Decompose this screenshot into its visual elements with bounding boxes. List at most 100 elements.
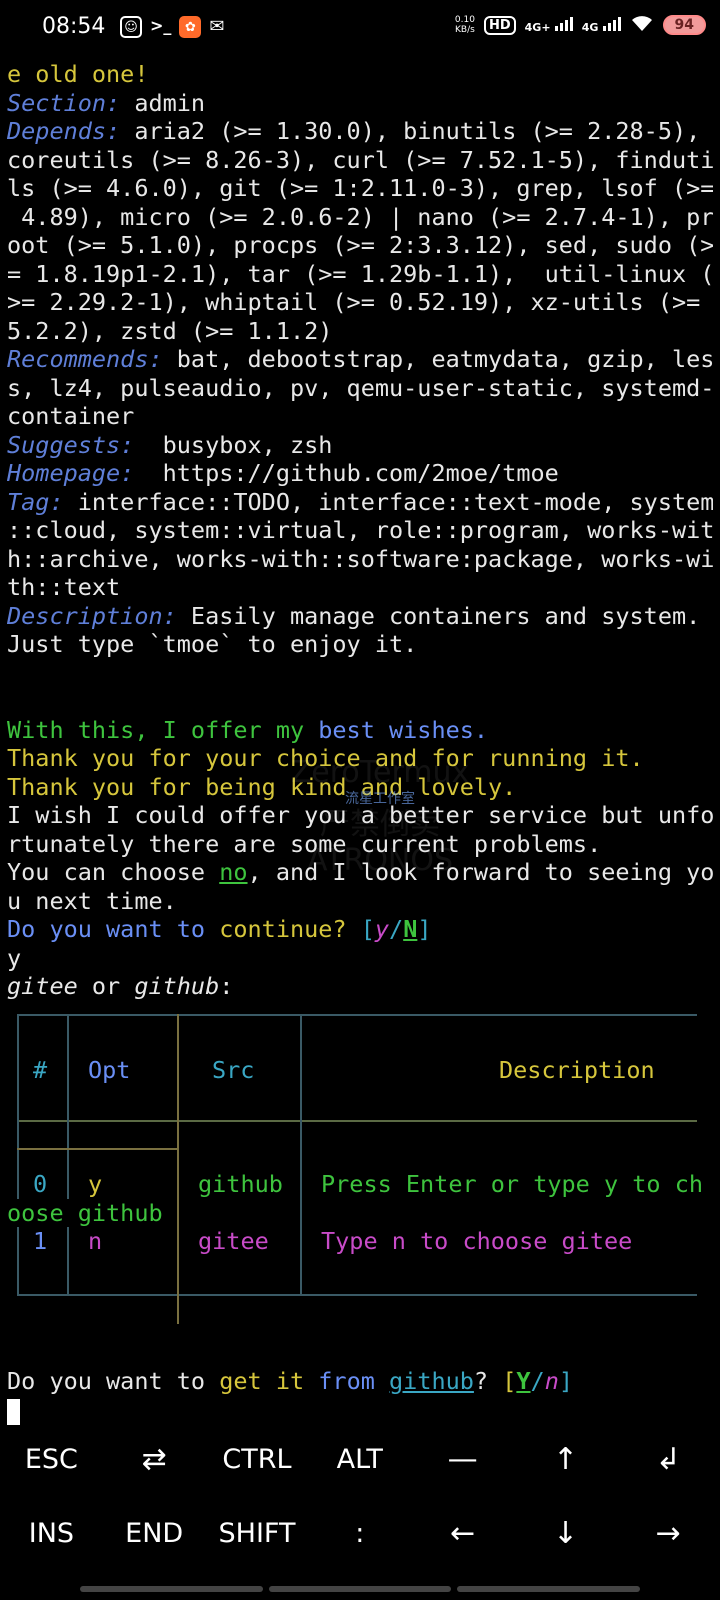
arrow-up-key[interactable]: ↑ [514,1440,617,1480]
terminal-text: Homepage: [7,459,135,487]
terminal-text: / [389,915,404,943]
terminal-text: ::cloud, system::virtual, role::program,… [7,516,713,544]
terminal-text: Recommends: [7,345,163,373]
terminal-text: github [389,1367,474,1395]
terminal-text: 5.2.2), zstd (>= 1.1.2) [7,316,333,345]
terminal-text: h::archive, works-with::software:package… [7,544,713,573]
row-desc: Type n to choose gitee [321,1227,633,1255]
terminal-line: Do you want to continue? [y/N] [7,915,713,944]
terminal-text: Tag: [7,487,64,516]
terminal-line: Description: Easily manage containers an… [7,602,713,631]
table-border [67,1014,69,1296]
terminal-text: Suggests: [7,430,135,459]
signal-bars-icon [602,15,621,31]
arrow-down-key[interactable]: ↓ [514,1514,617,1554]
watermark-line: ZeroTermux [290,755,470,790]
table-border [177,1014,179,1324]
header-src: Src [212,1056,255,1084]
terminal-text: [ [502,1367,517,1395]
terminal-text: u next time. [7,886,177,915]
terminal-line: Tag: interface::TODO, interface::text-mo… [7,488,713,517]
key-esc[interactable]: ESC [0,1440,103,1480]
signal-bars-icon [554,15,573,31]
row-desc: Press Enter or type y to ch [321,1170,704,1198]
notification-icons: ☺ >_ ✿ ✉ [120,16,225,38]
table-border [17,1294,697,1296]
terminal-line: ::cloud, system::virtual, role::program,… [7,516,713,545]
enter-key[interactable]: ↲ [617,1440,720,1480]
table-border [17,1120,697,1122]
extra-keys-bar: ESC ⇄ CTRL ALT — ↑ ↲ INS END SHIFT: ← ↓ → [0,1420,720,1600]
sim1-signal: 4G+ [525,15,573,35]
terminal-text: [ [360,915,375,943]
table-border [17,1014,697,1016]
terminal-text: Depends: [7,117,121,145]
terminal-text: th::text [7,573,121,601]
tab-key[interactable]: ⇄ [103,1440,206,1480]
dash-key[interactable]: — [411,1440,514,1480]
wifi-icon [630,14,654,36]
terminal-text: bat, debootstrap, eatmydata, gzip, les [162,345,713,373]
terminal-text: busybox, zsh [134,430,333,459]
key-:[interactable]: : [308,1514,411,1554]
terminal-text: Do you want to [7,1367,220,1395]
terminal-text: You can choose [7,858,220,886]
arrow-right-key[interactable]: → [617,1514,720,1554]
watermark-line: 严禁倒卖 [320,807,440,842]
extra-keys-row-1: ESC ⇄ CTRL ALT — ↑ ↲ [0,1440,720,1480]
terminal-line: = 1.8.19p1-2.1), tar (>= 1.29b-1.1), uti… [7,260,713,289]
terminal-text: container [7,402,135,430]
sim1-label: 4G+ [524,21,551,34]
terminal-text: With this, I offer my [7,715,319,744]
terminal-text: gitee [7,972,78,1000]
terminal-text: Do you want to [7,915,220,943]
terminal-text: best wishes. [318,715,489,744]
terminal-line: container [7,402,713,431]
terminal-line: coreutils (>= 8.26-3), curl (>= 7.52.1-5… [7,146,713,175]
terminal-line: gitee or github: [7,972,713,1001]
terminal-text: or [77,972,135,1000]
terminal-text: https://github.com/2moe/tmoe [134,459,559,487]
network-speed-value: 0.10 [454,15,475,25]
terminal-text: ls (>= 4.6.0), git (>= 1:2.11.0-3), grep… [7,174,713,202]
terminal-text: github [134,972,220,1000]
sim2-label: 4G [581,21,599,34]
row-num: 0 [33,1170,48,1198]
key-end[interactable]: END [103,1514,206,1554]
terminal-notification-icon: >_ [150,16,172,35]
terminal-text: >= 2.29.2-1), whiptail (>= 0.52.19), xz-… [7,288,701,316]
terminal-text: continue? [219,915,361,943]
terminal-line: Homepage: https://github.com/2moe/tmoe [7,459,713,488]
terminal-line: oot (>= 5.1.0), procps (>= 2:3.3.12), se… [7,231,713,260]
terminal-text: admin [120,88,206,117]
terminal-line: Suggests: busybox, zsh [7,431,713,460]
system-indicators: 0.10 KB/s HD 4G+ 4G 94 [455,14,706,36]
terminal-line: Depends: aria2 (>= 1.30.0), binutils (>=… [7,117,713,146]
terminal-text: s, lz4, pulseaudio, pv, qemu-user-static… [7,373,713,402]
terminal-text: = 1.8.19p1-2.1), tar (>= 1.29b-1.1), uti… [7,259,713,288]
terminal-line: e old one! [7,60,713,89]
terminal-text: oot (>= 5.1.0), procps (>= 2:3.3.12), se… [7,231,713,259]
key-alt[interactable]: ALT [308,1440,411,1480]
row-opt: y [88,1170,103,1198]
terminal-text: n [544,1367,559,1395]
terminal-text: Y [516,1367,531,1395]
sim2-signal: 4G [582,15,621,35]
header-num: # [33,1056,48,1084]
terminal-text: Just type `tmoe` to enjoy it. [7,630,418,658]
table-border [17,1014,19,1296]
terminal-line: 5.2.2), zstd (>= 1.1.2) [7,317,713,346]
arrow-left-key[interactable]: ← [411,1514,514,1554]
terminal-line: >= 2.29.2-1), whiptail (>= 0.52.19), xz-… [7,288,713,317]
navigation-handle[interactable] [80,1586,641,1592]
terminal-text: : [219,972,234,1000]
key-ins[interactable]: INS [0,1514,103,1554]
terminal-line: s, lz4, pulseaudio, pv, qemu-user-static… [7,374,713,403]
terminal-line: u next time. [7,887,713,916]
terminal-line: th::text [7,573,713,602]
key-shift[interactable]: SHIFT [206,1514,309,1554]
terminal-text: ] [558,1367,573,1395]
key-ctrl[interactable]: CTRL [206,1440,309,1480]
table-border [17,1148,179,1150]
